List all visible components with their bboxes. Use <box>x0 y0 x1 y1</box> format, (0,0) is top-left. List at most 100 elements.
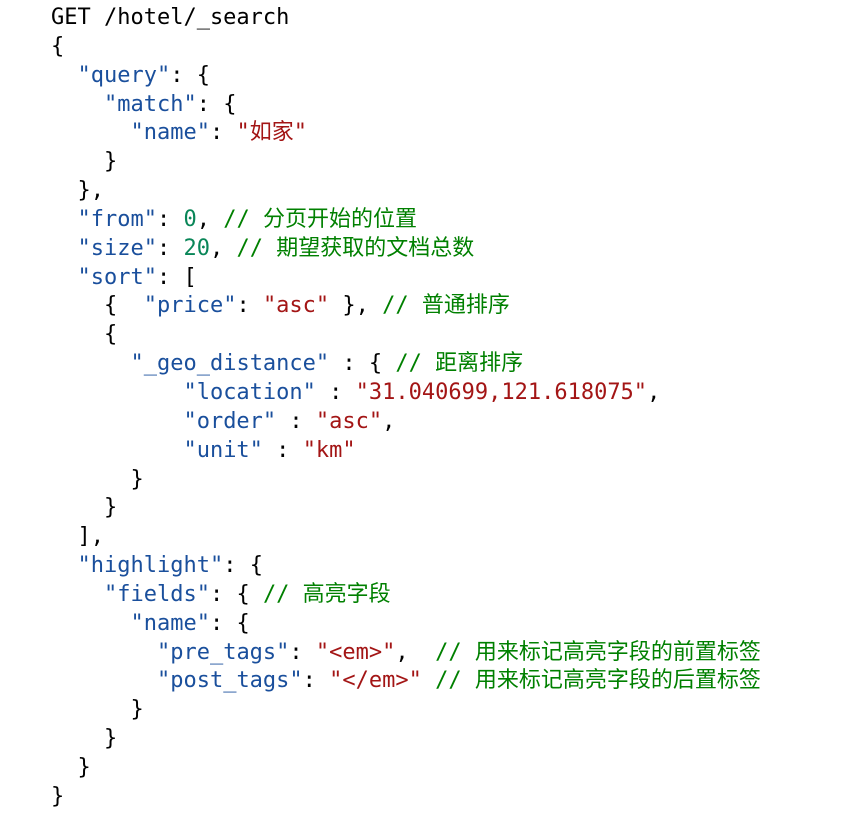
code-punctuation: : { <box>329 351 396 377</box>
code-line: "_geo_distance" : { // 距离排序 <box>51 350 761 379</box>
code-line: }, <box>51 177 761 206</box>
code-line: "sort": [ <box>51 264 761 293</box>
code-punctuation <box>51 236 78 261</box>
json-key: "highlight" <box>77 553 224 579</box>
code-punctuation: : <box>236 293 263 319</box>
code-punctuation: , <box>647 379 661 405</box>
code-punctuation: : <box>156 235 184 261</box>
code-line: "size": 20, // 期望获取的文档总数 <box>51 235 761 264</box>
json-key: "location" <box>183 379 316 405</box>
json-key: "from" <box>77 206 157 232</box>
code-punctuation: : { <box>209 610 250 636</box>
code-punctuation: : { <box>223 553 263 579</box>
code-punctuation <box>51 668 157 693</box>
code-line: "location" : "31.040699,121.618075", <box>51 379 761 408</box>
code-comment: // 用来标记高亮字段的后置标签 <box>435 668 761 694</box>
number-literal: 0 <box>183 206 197 232</box>
code-punctuation: : { <box>170 62 210 88</box>
code-comment: // 普通排序 <box>382 293 510 319</box>
code-line: { <box>51 33 761 62</box>
code-line: "unit" : "km" <box>51 437 761 466</box>
code-punctuation: , <box>395 639 436 665</box>
string-literal: "如家" <box>236 120 307 146</box>
code-line: } <box>51 148 761 177</box>
code-line: "query": { <box>51 62 761 91</box>
string-literal: "asc" <box>315 408 383 434</box>
code-punctuation: : <box>262 437 303 463</box>
code-punctuation: }, <box>329 293 383 319</box>
json-key: "_geo_distance" <box>130 351 330 377</box>
code-line: } <box>51 783 761 812</box>
number-literal: 20 <box>183 235 210 261</box>
code-punctuation: : [ <box>156 264 197 290</box>
code-line: { <box>51 321 761 350</box>
code-punctuation: : <box>302 668 330 694</box>
code-line: } <box>51 754 761 783</box>
code-punctuation: GET /hotel/_search <box>51 5 290 30</box>
code-punctuation: { <box>51 322 118 348</box>
json-key: "sort" <box>77 264 157 290</box>
code-punctuation: } <box>51 697 144 723</box>
json-key: "fields" <box>103 581 210 607</box>
code-punctuation: }, <box>51 178 104 204</box>
code-punctuation: { <box>51 33 65 59</box>
code-comment: // 距离排序 <box>395 351 524 377</box>
code-punctuation: } <box>51 726 118 752</box>
code-punctuation: } <box>51 466 144 492</box>
code-punctuation: : <box>315 379 356 405</box>
code-line: } <box>51 494 761 523</box>
string-literal: "</em>" <box>329 668 422 694</box>
code-line: "order" : "asc", <box>51 408 761 437</box>
code-punctuation <box>422 668 435 693</box>
code-punctuation <box>51 351 130 376</box>
code-line: "highlight": { <box>51 552 761 581</box>
code-punctuation: : <box>209 120 237 146</box>
code-punctuation <box>51 63 78 88</box>
code-punctuation <box>51 582 104 607</box>
code-punctuation <box>51 120 130 145</box>
code-line: "name": "如家" <box>51 119 761 148</box>
json-key: "price" <box>143 293 237 319</box>
code-punctuation <box>51 438 183 463</box>
code-line: "match": { <box>51 91 761 120</box>
code-punctuation <box>51 409 183 434</box>
code-punctuation: , <box>382 408 396 434</box>
json-key: "match" <box>103 91 197 117</box>
code-punctuation: , <box>209 235 237 261</box>
code-punctuation: } <box>51 495 118 521</box>
code-punctuation: } <box>51 783 65 809</box>
code-comment: // 分页开始的位置 <box>223 206 417 232</box>
code-comment: // 期望获取的文档总数 <box>236 235 475 261</box>
code-punctuation: : <box>276 408 316 434</box>
code-punctuation: ], <box>51 524 104 550</box>
json-key: "post_tags" <box>156 668 303 694</box>
code-comment: // 高亮字段 <box>262 581 391 607</box>
code-punctuation: : <box>289 639 316 665</box>
code-punctuation: } <box>51 149 118 175</box>
string-literal: "km" <box>302 437 356 463</box>
string-literal: "31.040699,121.618075" <box>355 379 648 405</box>
string-literal: "asc" <box>262 293 330 319</box>
code-punctuation: : <box>156 206 184 232</box>
json-key: "size" <box>77 235 157 261</box>
code-line: } <box>51 725 761 754</box>
code-punctuation <box>51 265 78 290</box>
code-line: ], <box>51 523 761 552</box>
json-key: "pre_tags" <box>156 639 290 665</box>
code-line: "from": 0, // 分页开始的位置 <box>51 206 761 235</box>
code-punctuation <box>51 611 130 636</box>
code-block: GET /hotel/_search{ "query": { "match": … <box>51 4 761 812</box>
json-key: "name" <box>130 120 210 146</box>
code-punctuation <box>51 92 104 117</box>
json-key: "unit" <box>183 437 263 463</box>
code-punctuation <box>51 640 157 665</box>
code-line: "fields": { // 高亮字段 <box>51 581 761 610</box>
code-comment: // 用来标记高亮字段的前置标签 <box>435 639 761 665</box>
json-key: "name" <box>130 610 210 636</box>
code-punctuation <box>51 207 78 232</box>
code-punctuation: : { <box>209 581 263 607</box>
json-key: "order" <box>183 408 277 434</box>
code-line: "post_tags": "</em>" // 用来标记高亮字段的后置标签 <box>51 667 761 696</box>
code-line: } <box>51 466 761 495</box>
string-literal: "<em>" <box>315 639 396 665</box>
